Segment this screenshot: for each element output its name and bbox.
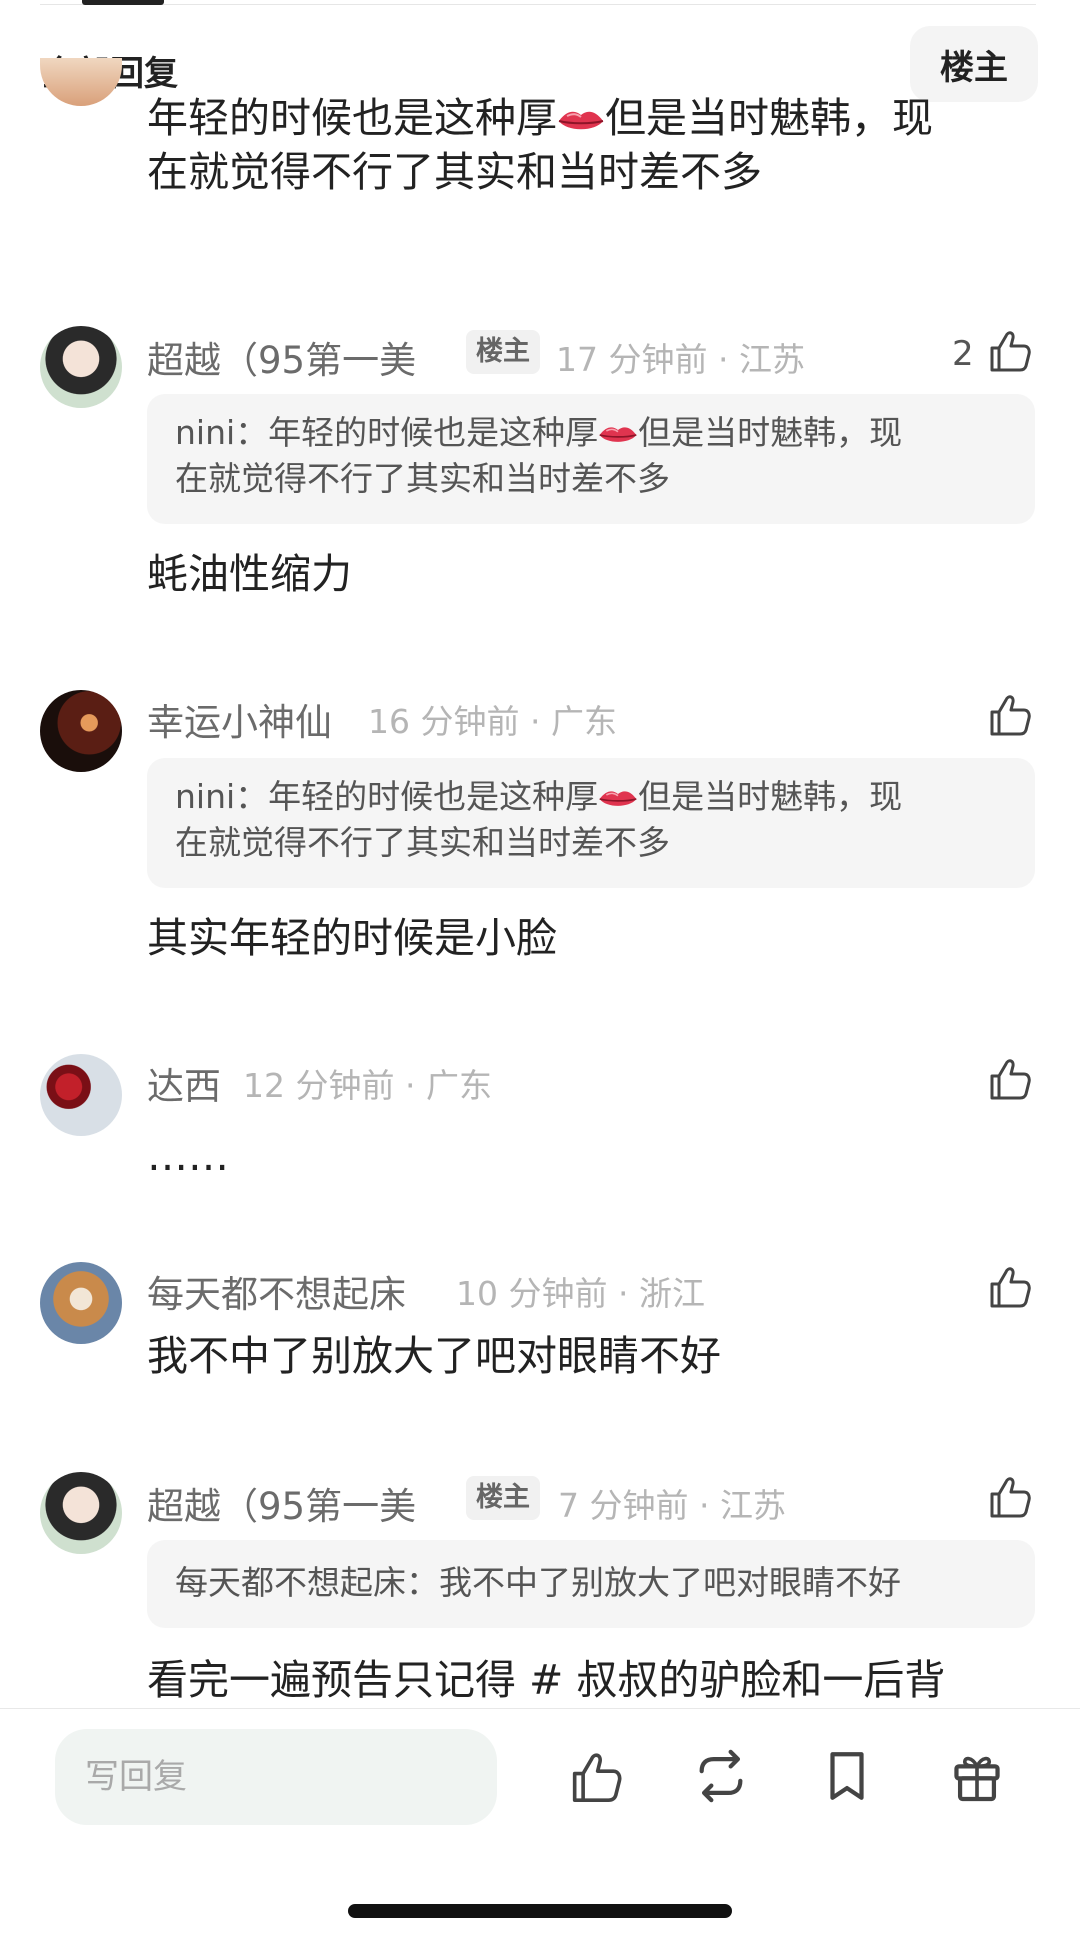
comment-text: …… [147,1132,229,1180]
avatar[interactable] [40,1262,122,1344]
username[interactable]: 达西 [147,1056,221,1110]
thumbs-up-icon[interactable] [984,1472,1032,1520]
quote-text-line2: 在就觉得不行了其实和当时差不多 [175,459,670,498]
quote-text: 每天都不想起床：我不中了别放大了吧对眼睛不好 [175,1563,901,1602]
quoted-reply[interactable]: nini：年轻的时候也是这种厚 但是当时魅韩，现 在就觉得不行了其实和当时差不多 [147,394,1035,524]
comment-text-line2: 在就觉得不行了其实和当时差不多 [147,148,762,196]
quote-text-suffix: 但是当时魅韩，现 [638,413,903,452]
avatar[interactable] [40,1054,122,1136]
username[interactable]: 超越（95第一美 [147,1476,416,1530]
comment-meta: 10 分钟前 · 浙江 [456,1274,705,1313]
comment-text: 蚝油性缩力 [147,550,352,598]
quote-text-suffix: 但是当时魅韩，现 [638,777,903,816]
thumbs-up-icon[interactable] [565,1747,623,1805]
comment-text: 看完一遍预告只记得 # 叔叔的驴脸和一后背 [147,1656,946,1704]
thumbs-up-icon[interactable] [984,690,1032,738]
username[interactable]: 每天都不想起床 [147,1264,406,1318]
lips-emoji-icon [599,425,638,443]
repost-icon[interactable] [692,1747,750,1805]
quoted-reply[interactable]: 每天都不想起床：我不中了别放大了吧对眼睛不好 [147,1540,1035,1628]
like-count: 2 [952,334,974,374]
comment-meta: 16 分钟前 · 广东 [368,702,617,741]
thumbs-up-icon[interactable] [984,1054,1032,1102]
op-badge: 楼主 [466,330,540,374]
thumbs-up-icon[interactable] [984,326,1032,374]
reply-input[interactable]: 写回复 [55,1729,497,1825]
top-tab-indicator-line [40,0,1036,5]
username[interactable]: 幸运小神仙 [147,692,332,746]
username[interactable]: 超越（95第一美 [147,330,416,384]
op-badge: 楼主 [466,1476,540,1520]
gift-icon[interactable] [948,1747,1006,1805]
quote-text: nini：年轻的时候也是这种厚 [175,413,599,452]
bookmark-icon[interactable] [818,1747,876,1805]
thumbs-up-icon[interactable] [984,1262,1032,1310]
avatar[interactable] [40,1472,122,1554]
comment-text: 其实年轻的时候是小脸 [147,914,557,962]
comment-meta: 12 分钟前 · 广东 [243,1066,492,1105]
lips-emoji-icon [599,789,638,807]
comment-meta: 7 分钟前 · 江苏 [558,1486,786,1525]
quote-text: nini：年轻的时候也是这种厚 [175,777,599,816]
avatar[interactable] [40,690,122,772]
active-tab-indicator [82,0,164,5]
quote-text-line2: 在就觉得不行了其实和当时差不多 [175,823,670,862]
comment-text: 年轻的时候也是这种厚 但是当时魅韩，现 [147,94,933,142]
comment-meta: 17 分钟前 · 江苏 [556,340,805,379]
quoted-reply[interactable]: nini：年轻的时候也是这种厚 但是当时魅韩，现 在就觉得不行了其实和当时差不多 [147,758,1035,888]
comment-text: 我不中了别放大了吧对眼睛不好 [147,1332,721,1380]
home-indicator [348,1904,732,1918]
lips-emoji-icon [558,110,604,131]
avatar[interactable] [40,326,122,408]
